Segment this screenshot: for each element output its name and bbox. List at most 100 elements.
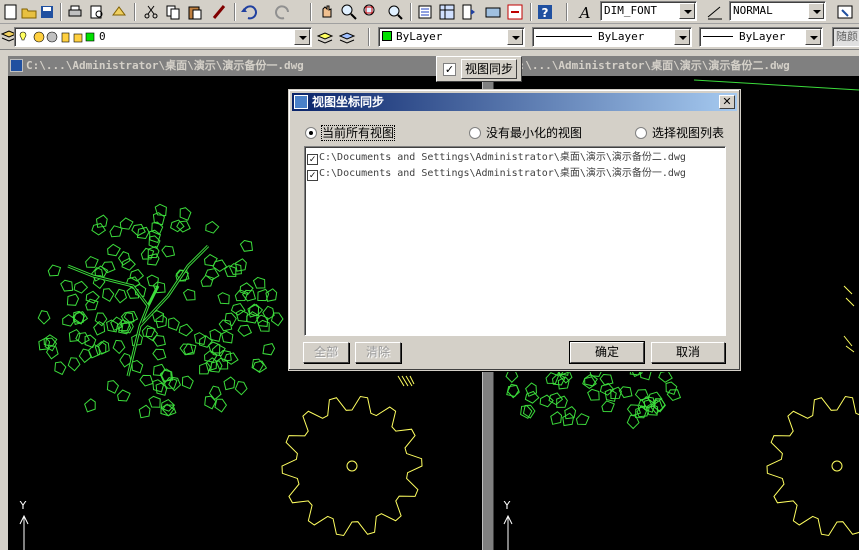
text-style-icon[interactable]: A: [576, 3, 594, 21]
chevron-down-icon[interactable]: [674, 29, 690, 45]
leaf-shape: [95, 214, 108, 228]
copy-icon[interactable]: [164, 3, 182, 21]
undo-icon[interactable]: [240, 3, 258, 21]
chevron-down-icon[interactable]: [805, 29, 821, 45]
view-sync-button[interactable]: 视图同步: [461, 59, 517, 79]
color-control-select[interactable]: ByLayer: [378, 27, 525, 47]
leaf-shape: [221, 330, 234, 344]
plot-preview-icon[interactable]: [88, 3, 106, 21]
dialog-app-icon: [294, 95, 308, 109]
separator: [410, 3, 412, 21]
radio-all-views-label: 当前所有视图: [320, 125, 396, 141]
leaf-shape: [215, 357, 229, 370]
table-style-icon[interactable]: [836, 3, 854, 21]
tool-palettes-icon[interactable]: [460, 3, 478, 21]
leaf-shape: [234, 289, 249, 302]
open-folder-icon[interactable]: [20, 3, 38, 21]
leaf-shape: [209, 328, 222, 343]
dimension-style-icon[interactable]: [706, 3, 724, 21]
pan-icon[interactable]: [318, 3, 336, 21]
leaf-shape: [114, 288, 128, 304]
save-icon[interactable]: [38, 3, 56, 21]
chevron-down-icon[interactable]: [808, 3, 824, 19]
cut-icon[interactable]: [142, 3, 160, 21]
linetype-control-select[interactable]: ByLayer: [532, 27, 692, 47]
help-icon[interactable]: ?: [536, 3, 554, 21]
leaf-shape: [161, 245, 176, 258]
make-object-layer-current-icon[interactable]: [316, 28, 334, 46]
leaf-shape: [601, 400, 615, 413]
radio-not-minimized[interactable]: 没有最小化的视图: [469, 124, 582, 141]
plot-style-select[interactable]: 随颜: [832, 27, 859, 47]
ok-button[interactable]: 确定: [569, 341, 645, 364]
zoom-window-icon[interactable]: [362, 3, 380, 21]
leaf-shape: [47, 264, 62, 277]
view-list[interactable]: ✓ C:\Documents and Settings\Administrator…: [304, 146, 726, 336]
layer-select[interactable]: 0: [14, 27, 312, 47]
publish-icon[interactable]: [110, 3, 128, 21]
leaf-shape: [139, 374, 154, 387]
new-file-icon[interactable]: [2, 3, 20, 21]
dimension-style-select[interactable]: NORMAL: [729, 1, 826, 21]
leaf-shape: [239, 282, 254, 296]
close-icon[interactable]: ✕: [719, 95, 735, 109]
radio-all-views[interactable]: 当前所有视图: [305, 124, 396, 141]
view-sync-checkbox[interactable]: ✓: [443, 63, 456, 76]
list-item-checkbox[interactable]: ✓: [307, 154, 318, 165]
chevron-down-icon[interactable]: [507, 29, 523, 45]
redo-icon[interactable]: [274, 3, 292, 21]
chevron-down-icon[interactable]: [294, 29, 310, 45]
leaf-shape: [97, 340, 110, 355]
zoom-realtime-icon[interactable]: [340, 3, 358, 21]
list-item[interactable]: ✓ C:\Documents and Settings\Administrator…: [307, 166, 686, 182]
right-window-title[interactable]: C:\...\Administrator\桌面\演示\演示备份二.dwg: [494, 56, 859, 76]
leaf-shape: [237, 324, 253, 337]
leaf-shape: [94, 312, 108, 327]
list-item-checkbox[interactable]: ✓: [307, 170, 318, 181]
plot-style-value: 随颜: [836, 30, 858, 43]
zoom-previous-icon[interactable]: [386, 3, 404, 21]
leaf-shape: [204, 268, 220, 281]
match-properties-icon[interactable]: [210, 3, 228, 21]
leaf-shape: [181, 375, 194, 390]
leaf-shape: [106, 380, 120, 394]
leaf-shape: [524, 390, 540, 404]
radio-unselected-icon[interactable]: [469, 127, 481, 139]
leaf-shape: [152, 334, 166, 347]
leaf-shape: [67, 357, 81, 372]
layer-previous-icon[interactable]: [338, 28, 356, 46]
design-center-icon[interactable]: [438, 3, 456, 21]
lineweight-control-select[interactable]: ByLayer: [699, 27, 823, 47]
paste-icon[interactable]: [186, 3, 204, 21]
list-item[interactable]: ✓ C:\Documents and Settings\Administrator…: [307, 150, 686, 166]
properties-icon[interactable]: [416, 3, 434, 21]
leaf-shape: [217, 292, 230, 305]
cancel-button[interactable]: 取消: [651, 342, 725, 363]
svg-text:A: A: [578, 4, 591, 21]
text-style-select[interactable]: DIM_FONT: [600, 1, 697, 21]
left-window-title[interactable]: C:\...\Administrator\桌面\演示\演示备份一.dwg: [8, 56, 482, 76]
radio-select-list[interactable]: 选择视图列表: [635, 124, 724, 141]
yellow-hatch: [397, 375, 415, 387]
right-window-title-text: C:\...\Administrator\桌面\演示\演示备份二.dwg: [512, 59, 790, 72]
leaf-shape: [140, 247, 155, 260]
layers-toolbar: 0 ByLayer ByLayer ByLayer 随颜: [0, 24, 859, 50]
leaf-shape: [107, 243, 121, 257]
radio-selected-icon[interactable]: [305, 127, 317, 139]
radio-unselected-icon[interactable]: [635, 127, 647, 139]
select-all-button[interactable]: 全部: [303, 342, 349, 363]
leaf-shape: [239, 239, 253, 252]
clear-button[interactable]: 清除: [355, 342, 401, 363]
leaf-shape: [60, 279, 74, 292]
chevron-down-icon[interactable]: [679, 3, 695, 19]
leaf-shape: [193, 332, 207, 346]
leaf-shape: [112, 339, 126, 355]
standard-toolbar: ? A DIM_FONT NORMAL: [0, 0, 859, 24]
leaf-shape: [252, 276, 266, 289]
print-icon[interactable]: [66, 3, 84, 21]
sheet-set-icon[interactable]: [484, 3, 502, 21]
markup-icon[interactable]: [506, 3, 524, 21]
leaf-shape: [200, 274, 214, 287]
dialog-title-bar[interactable]: 视图坐标同步 ✕: [292, 93, 737, 111]
leaf-shape: [102, 288, 115, 302]
